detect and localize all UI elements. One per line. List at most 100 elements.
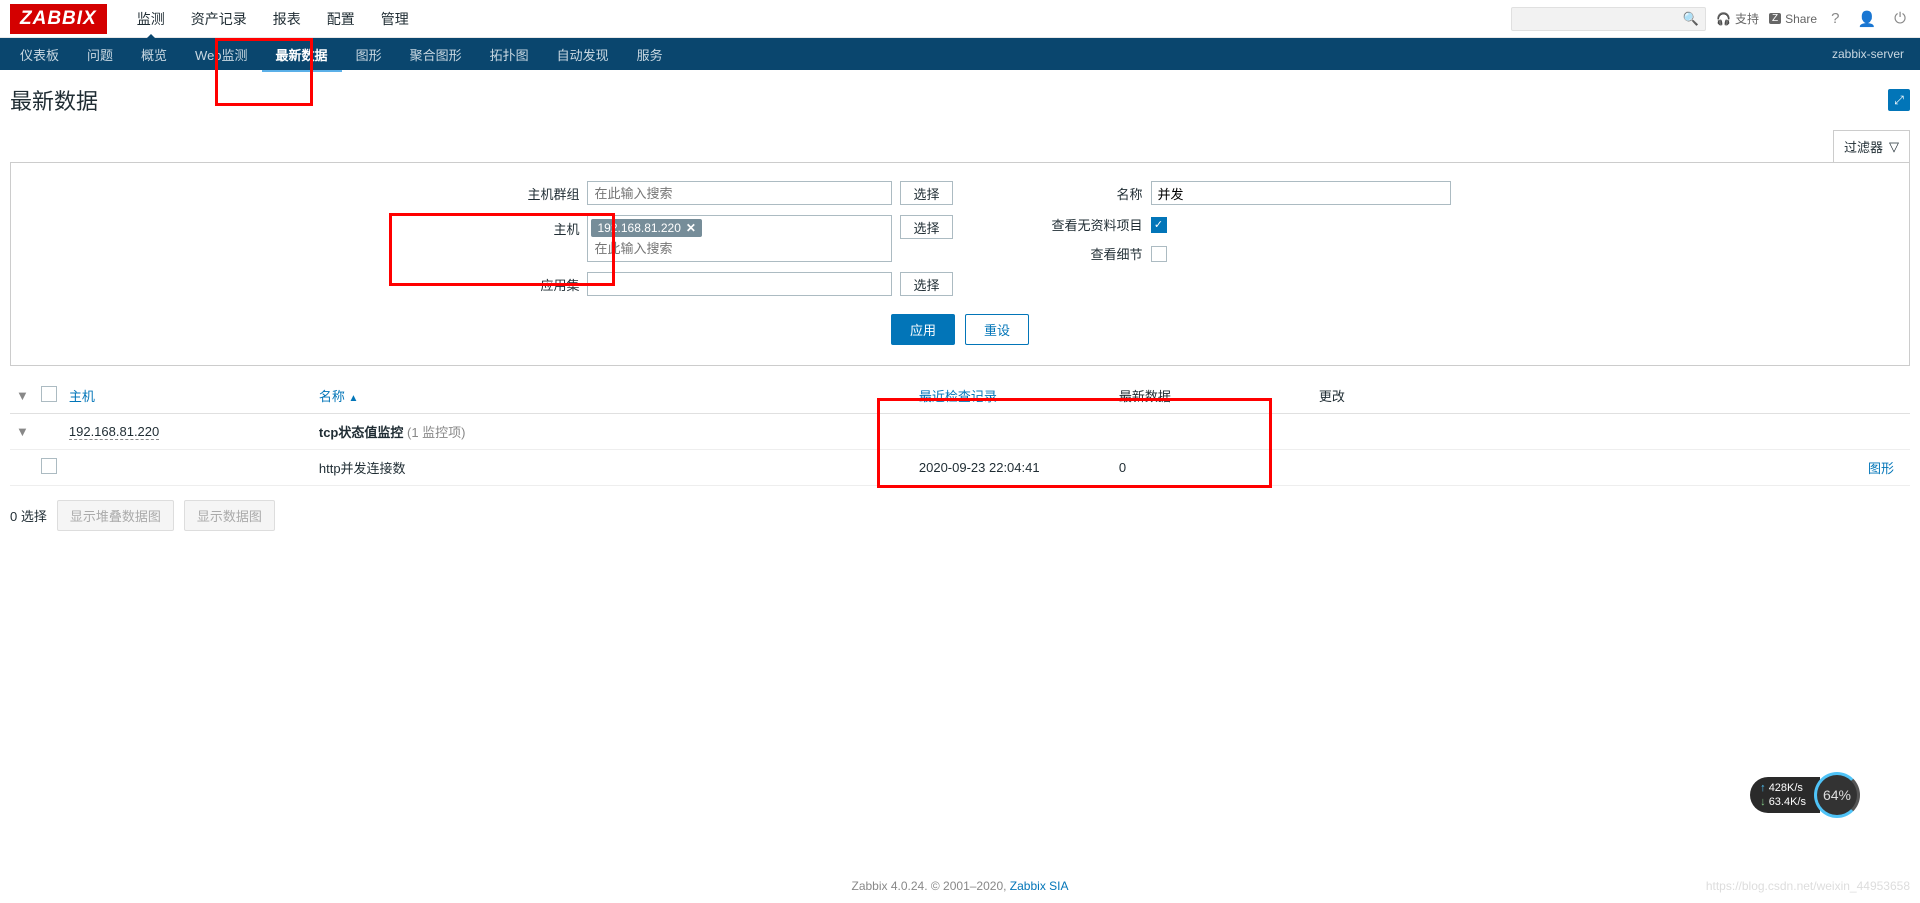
- host-row: 主机 192.168.81.220 ✕ 选择: [469, 215, 952, 262]
- support-label: 支持: [1735, 10, 1759, 27]
- application-select-btn[interactable]: 选择: [900, 272, 952, 296]
- show-nodata-checkbox[interactable]: ✓: [1151, 217, 1167, 233]
- net-upload: 428K/s: [1760, 781, 1806, 795]
- global-search[interactable]: 🔍: [1511, 7, 1706, 31]
- item-last-check: 2020-09-23 22:04:41: [913, 450, 1113, 486]
- hostgroup-label: 主机群组: [469, 184, 579, 203]
- top-menu: 监测 资产记录 报表 配置 管理: [125, 0, 421, 39]
- network-widget: 428K/s 63.4K/s 64%: [1750, 772, 1860, 818]
- subnav-discovery[interactable]: 自动发现: [543, 37, 623, 72]
- filter-form: 主机群组 选择 主机 192.168.81.220 ✕ 选择 应用集 选择: [11, 181, 1909, 296]
- hostgroup-select-btn[interactable]: 选择: [900, 181, 952, 205]
- filter-panel: 主机群组 选择 主机 192.168.81.220 ✕ 选择 应用集 选择: [10, 162, 1910, 366]
- reset-button[interactable]: 重设: [965, 314, 1029, 345]
- page-header: 最新数据 ⤢: [0, 70, 1920, 130]
- host-link[interactable]: 192.168.81.220: [69, 424, 159, 440]
- filter-row: 过滤器 ▽: [0, 130, 1920, 162]
- name-label: 名称: [1033, 184, 1143, 203]
- show-nodata-label: 查看无资料项目: [1033, 215, 1143, 234]
- apply-button[interactable]: 应用: [891, 314, 955, 345]
- top-nav: ZABBIX 监测 资产记录 报表 配置 管理 🔍 🎧 支持 Z Share ?…: [0, 0, 1920, 38]
- show-nodata-row: 查看无资料项目 ✓: [1033, 215, 1451, 234]
- checkall-header: [35, 378, 63, 414]
- top-menu-config[interactable]: 配置: [315, 0, 367, 39]
- hostgroup-input[interactable]: [587, 181, 892, 205]
- support-link[interactable]: 🎧 支持: [1716, 10, 1759, 27]
- user-icon[interactable]: 👤: [1853, 10, 1880, 28]
- host-label: 主机: [469, 215, 579, 238]
- network-stats: 428K/s 63.4K/s: [1750, 777, 1820, 813]
- show-details-checkbox[interactable]: [1151, 246, 1167, 262]
- search-icon[interactable]: 🔍: [1683, 11, 1699, 27]
- col-last-check[interactable]: 最近检查记录: [919, 389, 997, 404]
- host-tag-remove-icon[interactable]: ✕: [686, 221, 696, 235]
- top-right: 🔍 🎧 支持 Z Share ? 👤 ⏻: [1511, 7, 1910, 31]
- host-multiselect[interactable]: 192.168.81.220 ✕: [587, 215, 892, 262]
- filter-toggle-label: 过滤器: [1844, 137, 1883, 156]
- server-name: zabbix-server: [1832, 47, 1914, 61]
- filter-icon: ▽: [1889, 139, 1899, 155]
- application-input[interactable]: [587, 272, 892, 296]
- net-percent: 64%: [1814, 772, 1860, 818]
- col-name[interactable]: 名称 ▲: [319, 389, 359, 404]
- app-name: tcp状态值监控: [319, 425, 404, 440]
- filter-buttons: 应用 重设: [11, 314, 1909, 345]
- share-link[interactable]: Z Share: [1769, 12, 1817, 26]
- host-select-btn[interactable]: 选择: [900, 215, 952, 239]
- host-tag[interactable]: 192.168.81.220 ✕: [591, 219, 701, 237]
- show-details-label: 查看细节: [1033, 244, 1143, 263]
- subnav-services[interactable]: 服务: [623, 37, 677, 72]
- application-label: 应用集: [469, 275, 579, 294]
- copyright-text: Zabbix 4.0.24. © 2001–2020,: [852, 879, 1010, 893]
- name-input[interactable]: [1151, 181, 1451, 205]
- fullscreen-button[interactable]: ⤢: [1888, 89, 1910, 111]
- top-menu-reports[interactable]: 报表: [261, 0, 313, 39]
- subnav-latest-data[interactable]: 最新数据: [262, 37, 342, 72]
- filter-right-col: 名称 查看无资料项目 ✓ 查看细节: [1033, 181, 1451, 296]
- table-header-row: ▼ 主机 名称 ▲ 最近检查记录 最新数据 更改: [10, 378, 1910, 414]
- filter-toggle[interactable]: 过滤器 ▽: [1833, 130, 1910, 162]
- headset-icon: 🎧: [1716, 12, 1731, 26]
- col-name-text: 名称: [319, 389, 345, 404]
- subnav-graphs[interactable]: 图形: [342, 37, 396, 72]
- host-tag-text: 192.168.81.220: [597, 221, 680, 235]
- filter-left-col: 主机群组 选择 主机 192.168.81.220 ✕ 选择 应用集 选择: [469, 181, 952, 296]
- subnav-dashboard[interactable]: 仪表板: [6, 37, 73, 72]
- subnav-problems[interactable]: 问题: [73, 37, 127, 72]
- subnav-maps[interactable]: 拓扑图: [476, 37, 543, 72]
- item-count: (1 监控项): [407, 425, 466, 440]
- net-download: 63.4K/s: [1760, 795, 1806, 809]
- subnav-overview[interactable]: 概览: [127, 37, 181, 72]
- copyright: Zabbix 4.0.24. © 2001–2020, Zabbix SIA: [0, 879, 1920, 893]
- expand-toggle[interactable]: ▼: [10, 414, 35, 450]
- subnav-web[interactable]: Web监测: [181, 37, 262, 72]
- top-menu-admin[interactable]: 管理: [369, 0, 421, 39]
- item-name: http并发连接数: [313, 450, 913, 486]
- col-last-data: 最新数据: [1119, 389, 1171, 404]
- checkall-checkbox[interactable]: [41, 386, 57, 402]
- subnav-screens[interactable]: 聚合图形: [396, 37, 476, 72]
- stacked-graph-button[interactable]: 显示堆叠数据图: [57, 500, 174, 531]
- application-row: 应用集 选择: [469, 272, 952, 296]
- expand-icon: ⤢: [1894, 93, 1904, 108]
- selected-count: 0 选择: [10, 506, 47, 525]
- graph-link[interactable]: 图形: [1868, 461, 1894, 476]
- top-menu-inventory[interactable]: 资产记录: [179, 0, 259, 39]
- logo[interactable]: ZABBIX: [10, 4, 107, 34]
- help-icon[interactable]: ?: [1827, 10, 1843, 27]
- name-row: 名称: [1033, 181, 1451, 205]
- row-checkbox[interactable]: [41, 458, 57, 474]
- search-input[interactable]: [1518, 12, 1683, 26]
- col-host[interactable]: 主机: [69, 389, 95, 404]
- graph-button[interactable]: 显示数据图: [184, 500, 275, 531]
- copyright-link[interactable]: Zabbix SIA: [1010, 879, 1069, 893]
- expand-all-header[interactable]: ▼: [10, 378, 35, 414]
- share-label: Share: [1785, 12, 1817, 26]
- sub-nav: 仪表板 问题 概览 Web监测 最新数据 图形 聚合图形 拓扑图 自动发现 服务…: [0, 38, 1920, 70]
- footer-actions: 0 选择 显示堆叠数据图 显示数据图: [0, 486, 1920, 545]
- top-menu-monitoring[interactable]: 监测: [125, 0, 177, 39]
- host-input[interactable]: [591, 239, 888, 258]
- hostgroup-row: 主机群组 选择: [469, 181, 952, 205]
- item-last-data: 0: [1113, 450, 1313, 486]
- power-icon[interactable]: ⏻: [1890, 10, 1910, 27]
